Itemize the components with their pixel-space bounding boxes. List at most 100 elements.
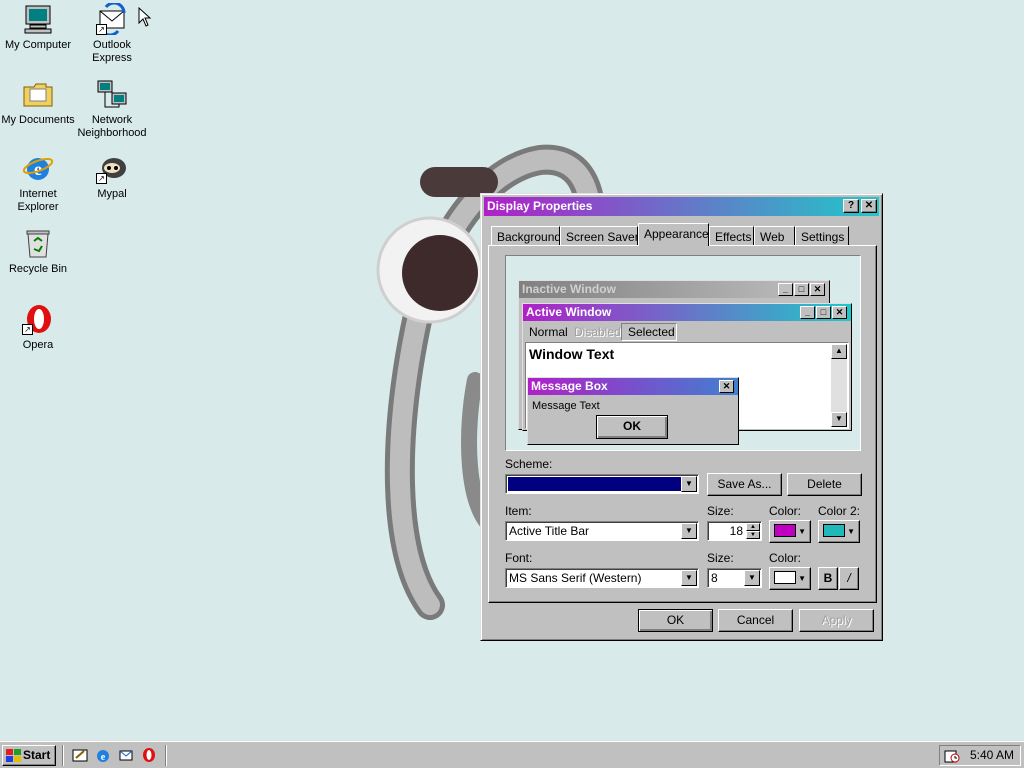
desktop-icon-label: Network Neighborhood xyxy=(77,114,147,139)
spin-down-icon[interactable]: ▼ xyxy=(746,531,760,539)
chevron-down-icon[interactable]: ▼ xyxy=(681,476,697,492)
desktop-icon-mypal[interactable]: ↗ Mypal xyxy=(74,152,150,201)
message-text: Message Text xyxy=(532,400,600,412)
taskbar-divider xyxy=(165,745,167,766)
desktop-icon-label: Opera xyxy=(22,339,54,351)
scheme-select[interactable]: ▼ xyxy=(505,474,699,494)
font-size-value: 8 xyxy=(711,571,718,585)
item-color-label: Color: xyxy=(769,504,802,518)
desktop-icon-label: Recycle Bin xyxy=(8,263,68,275)
menu-normal: Normal xyxy=(529,325,568,339)
minimize-icon: _ xyxy=(778,283,793,296)
window-title-bar[interactable]: Display Properties ? ✕ xyxy=(484,197,879,216)
bold-button[interactable]: B xyxy=(818,567,838,590)
shortcut-arrow-icon: ↗ xyxy=(96,24,107,35)
network-icon xyxy=(96,78,128,110)
spin-up-icon[interactable]: ▲ xyxy=(746,523,760,531)
desktop-icon-network-neighborhood[interactable]: Network Neighborhood xyxy=(74,78,150,140)
item-color-swatch xyxy=(774,524,796,537)
chevron-down-icon[interactable]: ▼ xyxy=(681,570,697,586)
tab-screen-saver[interactable]: Screen Saver xyxy=(560,226,639,246)
tab-web[interactable]: Web xyxy=(754,226,795,246)
preview-scrollbar: ▲ ▼ xyxy=(831,344,847,427)
opera-quicklaunch-icon[interactable] xyxy=(141,747,157,763)
ie-quicklaunch-icon[interactable]: e xyxy=(95,747,111,763)
save-as-button[interactable]: Save As... xyxy=(707,473,782,496)
svg-text:e: e xyxy=(101,752,106,763)
start-button[interactable]: Start xyxy=(2,745,56,766)
outlook-quicklaunch-icon[interactable] xyxy=(118,747,134,763)
maximize-icon: □ xyxy=(816,306,831,319)
desktop-icon-recycle-bin[interactable]: Recycle Bin xyxy=(0,227,76,276)
mouse-cursor-icon xyxy=(138,7,152,27)
item-color2-button[interactable]: ▼ xyxy=(818,520,860,543)
active-title: Active Window xyxy=(526,305,612,319)
desktop: My Computer ↗ Outlook Express My Documen… xyxy=(0,0,1024,740)
item-color2-swatch xyxy=(823,524,845,537)
desktop-icon-my-documents[interactable]: My Documents xyxy=(0,78,76,127)
help-button[interactable]: ? xyxy=(843,199,859,213)
item-size-stepper[interactable]: 18 ▲ ▼ xyxy=(707,521,762,541)
clock[interactable]: 5:40 AM xyxy=(970,746,1014,765)
tab-effects[interactable]: Effects xyxy=(709,226,754,246)
mypal-icon: ↗ xyxy=(96,152,128,184)
opera-icon: ↗ xyxy=(22,303,54,335)
windows-logo-icon xyxy=(6,749,21,762)
close-icon: ✕ xyxy=(719,380,734,393)
desktop-icon-label: Mypal xyxy=(97,188,127,200)
taskbar-divider xyxy=(62,745,64,766)
scheme-label: Scheme: xyxy=(505,457,553,471)
scheduler-tray-icon[interactable] xyxy=(944,748,960,764)
item-color2-label: Color 2: xyxy=(818,504,861,518)
message-box-ok-button: OK xyxy=(596,415,668,439)
font-size-select[interactable]: 8 ▼ xyxy=(707,568,762,588)
cancel-button[interactable]: Cancel xyxy=(718,609,793,632)
font-value: MS Sans Serif (Western) xyxy=(509,571,642,585)
computer-icon xyxy=(22,3,54,35)
item-size-value: 18 xyxy=(729,524,743,538)
window-text: Window Text xyxy=(529,346,615,362)
delete-button[interactable]: Delete xyxy=(787,473,862,496)
desktop-icon-opera[interactable]: ↗ Opera xyxy=(0,303,76,352)
ok-button[interactable]: OK xyxy=(638,609,713,632)
font-select[interactable]: MS Sans Serif (Western) ▼ xyxy=(505,568,699,588)
ie-icon: e xyxy=(22,152,54,184)
apply-button[interactable]: Apply xyxy=(799,609,874,632)
scheme-preview[interactable]: Inactive Window _ □ ✕ Active Window _ □ … xyxy=(505,255,861,451)
appearance-panel: Inactive Window _ □ ✕ Active Window _ □ … xyxy=(488,245,877,603)
font-size-label: Size: xyxy=(707,551,734,565)
item-select[interactable]: Active Title Bar ▼ xyxy=(505,521,699,541)
desktop-icon-label: Outlook Express xyxy=(92,39,132,64)
maximize-icon: □ xyxy=(794,283,809,296)
desktop-icon-label: My Computer xyxy=(4,39,72,51)
chevron-down-icon[interactable]: ▼ xyxy=(681,523,697,539)
minimize-icon: _ xyxy=(800,306,815,319)
chevron-down-icon[interactable]: ▼ xyxy=(744,570,760,586)
tab-appearance[interactable]: Appearance xyxy=(638,223,709,246)
shortcut-arrow-icon: ↗ xyxy=(96,173,107,184)
item-label: Item: xyxy=(505,504,532,518)
font-color-swatch xyxy=(774,571,796,584)
message-box-title: Message Box xyxy=(531,379,608,393)
scroll-up-icon: ▲ xyxy=(831,344,847,359)
desktop-icon-my-computer[interactable]: My Computer xyxy=(0,3,76,52)
desktop-icon-label: My Documents xyxy=(1,114,75,126)
item-color-button[interactable]: ▼ xyxy=(769,520,811,543)
recycle-bin-icon xyxy=(22,227,54,259)
close-button[interactable]: ✕ xyxy=(861,199,877,213)
tab-background[interactable]: Background xyxy=(491,226,561,246)
desktop-icon-internet-explorer[interactable]: e Internet Explorer xyxy=(0,152,76,214)
window-title: Display Properties xyxy=(487,199,593,213)
italic-button[interactable]: / xyxy=(839,567,859,590)
shortcut-arrow-icon: ↗ xyxy=(22,324,33,335)
display-properties-window: Display Properties ? ✕ Background Screen… xyxy=(480,193,883,641)
menu-selected: Selected xyxy=(621,323,677,341)
folder-icon xyxy=(22,78,54,110)
item-size-label: Size: xyxy=(707,504,734,518)
show-desktop-icon[interactable] xyxy=(72,747,88,763)
preview-message-box: Message Box ✕ Message Text OK xyxy=(527,377,739,445)
taskbar: Start e 5:40 AM xyxy=(0,740,1024,768)
close-icon: ✕ xyxy=(832,306,847,319)
font-color-button[interactable]: ▼ xyxy=(769,567,811,590)
tab-settings[interactable]: Settings xyxy=(795,226,849,246)
